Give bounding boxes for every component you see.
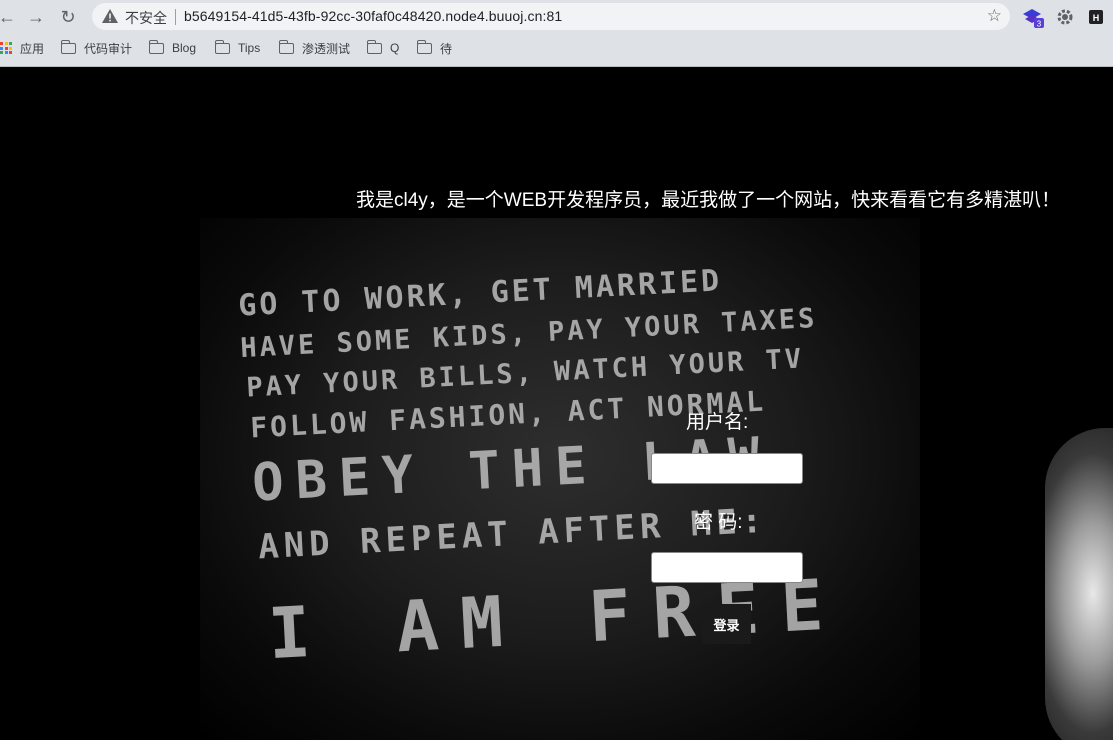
background-poster: GO TO WORK, GET MARRIED HAVE SOME KIDS, … xyxy=(200,218,920,740)
folder-icon xyxy=(148,39,164,54)
folder-icon xyxy=(278,39,294,54)
bookmarks-bar: 应用 代码审计 Blog Tips 渗透测试 Q 待 xyxy=(0,35,1113,61)
password-input[interactable] xyxy=(651,552,803,583)
bookmark-label: Tips xyxy=(238,41,261,55)
bookmark-label: Blog xyxy=(172,41,197,55)
bookmark-star-icon[interactable]: ☆ xyxy=(987,6,1002,26)
gear-icon[interactable] xyxy=(1054,6,1076,28)
folder-icon xyxy=(366,39,382,54)
address-bar[interactable]: 不安全 b5649154-41d5-43fb-92cc-30faf0c48420… xyxy=(92,3,1010,30)
reload-icon[interactable]: ↻ xyxy=(57,6,79,28)
bookmark-folder-todo[interactable]: 待 xyxy=(416,39,453,56)
browser-toolbar: ← → ↻ 不安全 b5649154-41d5-43fb-92cc-30faf0… xyxy=(0,0,1113,34)
bookmark-folder-tips[interactable]: Tips xyxy=(214,39,261,56)
bookmark-label: 应用 xyxy=(20,41,45,56)
browser-chrome: ← → ↻ 不安全 b5649154-41d5-43fb-92cc-30faf0… xyxy=(0,0,1113,67)
page-body: GO TO WORK, GET MARRIED HAVE SOME KIDS, … xyxy=(0,68,1113,740)
svg-text:H: H xyxy=(1093,13,1100,23)
bookmark-folder-q[interactable]: Q xyxy=(366,39,400,56)
hackbar-icon[interactable]: H xyxy=(1085,6,1107,28)
password-label: 密 码: xyxy=(694,512,743,533)
warning-icon xyxy=(102,9,118,23)
username-label: 用户名: xyxy=(686,412,749,433)
folder-icon xyxy=(60,39,76,54)
forward-icon[interactable]: → xyxy=(25,6,47,28)
bookmark-apps[interactable]: 应用 xyxy=(0,40,44,56)
bookmark-label: 待 xyxy=(440,41,453,56)
folder-icon xyxy=(214,39,230,54)
layers-icon: 3 xyxy=(1023,9,1044,29)
folder-icon xyxy=(416,39,432,54)
bookmark-folder-blog[interactable]: Blog xyxy=(148,39,197,56)
bookmark-label: 渗透测试 xyxy=(302,41,351,56)
extension-icon[interactable]: 3 xyxy=(1022,6,1044,29)
mask-image xyxy=(1045,428,1113,740)
apps-grid-icon xyxy=(0,42,12,54)
divider xyxy=(175,9,176,25)
url-text[interactable]: b5649154-41d5-43fb-92cc-30faf0c48420.nod… xyxy=(184,8,562,24)
bookmark-folder-pentest[interactable]: 渗透测试 xyxy=(278,39,351,56)
security-status[interactable]: 不安全 xyxy=(125,8,167,28)
bookmark-label: 代码审计 xyxy=(84,41,133,56)
login-button[interactable]: 登录 xyxy=(702,604,751,644)
back-icon[interactable]: ← xyxy=(0,6,18,28)
bookmark-label: Q xyxy=(390,41,400,55)
username-input[interactable] xyxy=(651,453,803,484)
intro-text: 我是cl4y，是一个WEB开发程序员，最近我做了一个网站，快来看看它有多精湛叭！ xyxy=(356,190,1061,211)
bookmark-folder-audit[interactable]: 代码审计 xyxy=(60,39,133,56)
extension-badge: 3 xyxy=(1037,20,1042,29)
